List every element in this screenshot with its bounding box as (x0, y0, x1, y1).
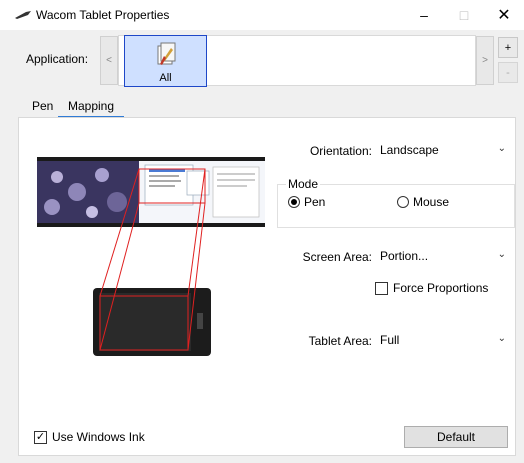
tablet-area-select[interactable]: Full ⌄ (376, 328, 514, 352)
radio-unselected-icon (397, 196, 409, 208)
application-tile-all[interactable]: All (124, 35, 207, 87)
minimize-button[interactable]: – (404, 0, 444, 30)
mapping-preview (37, 157, 265, 356)
orientation-value: Landscape (380, 143, 439, 157)
close-button[interactable]: ✕ (484, 0, 524, 30)
remove-application-button[interactable]: - (498, 62, 518, 83)
screen-area-select[interactable]: Portion... ⌄ (376, 244, 514, 268)
tab-pen[interactable]: Pen (32, 99, 53, 113)
wacom-pen-icon (15, 11, 31, 19)
screen-preview (37, 157, 265, 227)
application-scroll-left-button[interactable]: < (100, 36, 118, 85)
chevron-down-icon: ⌄ (497, 249, 506, 260)
application-tile-label: All (159, 72, 172, 84)
default-button[interactable]: Default (404, 426, 508, 448)
radio-selected-icon (288, 196, 300, 208)
orientation-label: Orientation: (309, 144, 372, 158)
maximize-button[interactable]: □ (444, 0, 484, 30)
tablet-area-label: Tablet Area: (308, 334, 372, 348)
tablet-area-value: Full (380, 333, 400, 347)
tab-mapping[interactable]: Mapping (68, 99, 114, 113)
application-label: Application: (26, 52, 89, 66)
mode-mouse-radio[interactable]: Mouse (397, 195, 449, 209)
mode-pen-label: Pen (304, 195, 326, 209)
screen-area-value: Portion... (380, 249, 429, 263)
chevron-down-icon: ⌄ (497, 333, 506, 344)
add-application-button[interactable]: + (498, 37, 518, 58)
orientation-select[interactable]: Landscape ⌄ (376, 138, 514, 162)
chevron-down-icon: ⌄ (497, 143, 506, 154)
application-scroll-right-button[interactable]: > (476, 36, 494, 85)
use-windows-ink-checkbox[interactable]: ✓ Use Windows Ink (34, 430, 145, 444)
window-title: Wacom Tablet Properties (36, 8, 170, 22)
force-proportions-checkbox[interactable]: Force Proportions (375, 281, 488, 295)
tablet-preview (93, 288, 211, 356)
screen-area-label: Screen Area: (302, 250, 372, 264)
all-applications-icon (157, 42, 176, 65)
mode-title: Mode (286, 177, 321, 191)
use-windows-ink-label: Use Windows Ink (52, 430, 145, 444)
mode-pen-radio[interactable]: Pen (288, 195, 325, 209)
mode-mouse-label: Mouse (413, 195, 450, 209)
checkbox-unchecked-icon (375, 281, 388, 295)
checkmark-icon: ✓ (34, 430, 47, 444)
force-proportions-label: Force Proportions (393, 281, 489, 295)
title-bar: Wacom Tablet Properties – □ ✕ (0, 0, 524, 30)
